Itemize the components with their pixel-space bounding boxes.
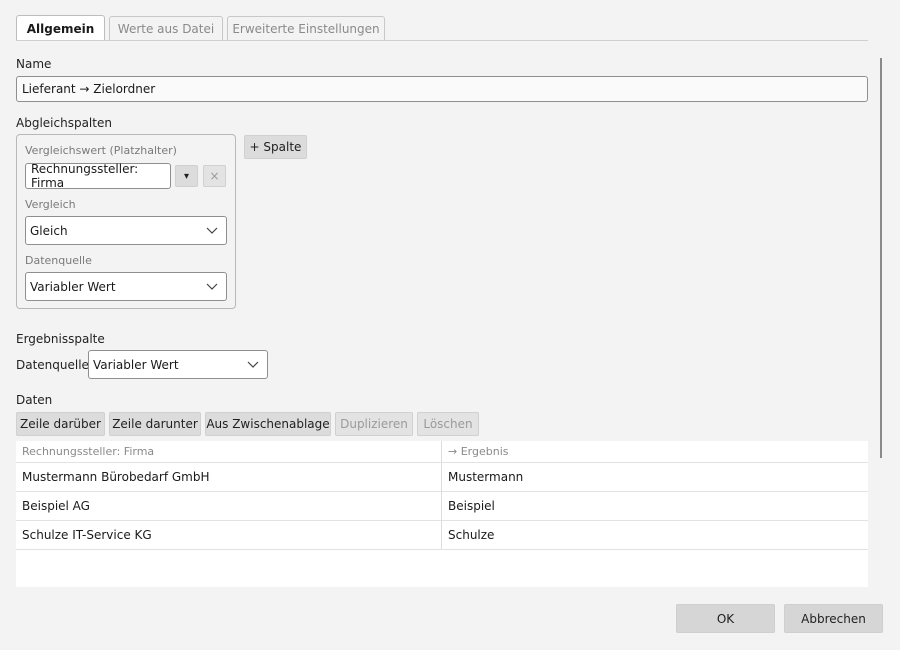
compare-select-value: Gleich [30,223,68,238]
name-label: Name [16,57,52,71]
table-row[interactable]: Schulze IT-Service KG Schulze [16,521,868,550]
compare-value-label: Vergleichswert (Platzhalter) [25,144,177,157]
ok-button[interactable]: OK [676,604,775,633]
table-row[interactable]: Beispiel AG Beispiel [16,492,868,521]
result-source-select[interactable]: Variabler Wert [88,350,268,379]
insert-row-above-button[interactable]: Zeile darüber [16,412,105,436]
tab-erweiterte-einstellungen[interactable]: Erweiterte Einstellungen [227,16,385,40]
column-header[interactable]: Rechnungssteller: Firma [16,441,441,462]
chevron-down-icon [206,283,218,290]
column-header[interactable]: → Ergebnis [442,441,868,462]
result-source-label: Datenquelle [16,358,89,372]
data-table: Rechnungssteller: Firma → Ergebnis Muste… [16,441,868,587]
ergebnisspalte-label: Ergebnisspalte [16,332,105,346]
column-divider [441,441,442,549]
chevron-down-icon [247,361,259,368]
vertical-scrollbar[interactable] [880,58,882,458]
insert-row-below-button[interactable]: Zeile darunter [109,412,201,436]
tab-werte-aus-datei[interactable]: Werte aus Datei [109,16,223,40]
duplicate-button[interactable]: Duplizieren [335,412,413,436]
compare-select[interactable]: Gleich [25,216,227,245]
table-header: Rechnungssteller: Firma → Ergebnis [16,441,868,463]
tab-allgemein[interactable]: Allgemein [16,15,105,41]
remove-placeholder-button[interactable]: × [203,165,226,187]
cancel-button[interactable]: Abbrechen [784,604,883,633]
tab-divider [16,40,868,41]
table-cell[interactable]: Beispiel [442,492,868,520]
result-source-value: Variabler Wert [93,357,179,372]
add-column-button[interactable]: + Spalte [244,135,307,159]
table-cell[interactable]: Schulze [442,521,868,549]
compare-value-input[interactable]: Rechnungssteller: Firma [25,162,171,190]
table-cell[interactable]: Beispiel AG [16,492,441,520]
source-select[interactable]: Variabler Wert [25,272,227,301]
abgleich-column-group: Vergleichswert (Platzhalter) Rechnungsst… [16,134,236,309]
table-cell[interactable]: Schulze IT-Service KG [16,521,441,549]
name-input[interactable]: Lieferant → Zielordner [16,76,868,102]
delete-button[interactable]: Löschen [417,412,479,436]
source-label: Datenquelle [25,254,92,267]
table-row[interactable]: Mustermann Bürobedarf GmbH Mustermann [16,463,868,492]
abgleichspalten-label: Abgleichspalten [16,116,112,130]
chevron-down-icon [206,227,218,234]
source-select-value: Variabler Wert [30,279,116,294]
daten-label: Daten [16,393,53,407]
paste-from-clipboard-button[interactable]: Aus Zwischenablage [205,412,331,436]
table-cell[interactable]: Mustermann [442,463,868,491]
placeholder-dropdown-button[interactable]: ▾ [175,165,198,187]
compare-label: Vergleich [25,198,76,211]
table-cell[interactable]: Mustermann Bürobedarf GmbH [16,463,441,491]
